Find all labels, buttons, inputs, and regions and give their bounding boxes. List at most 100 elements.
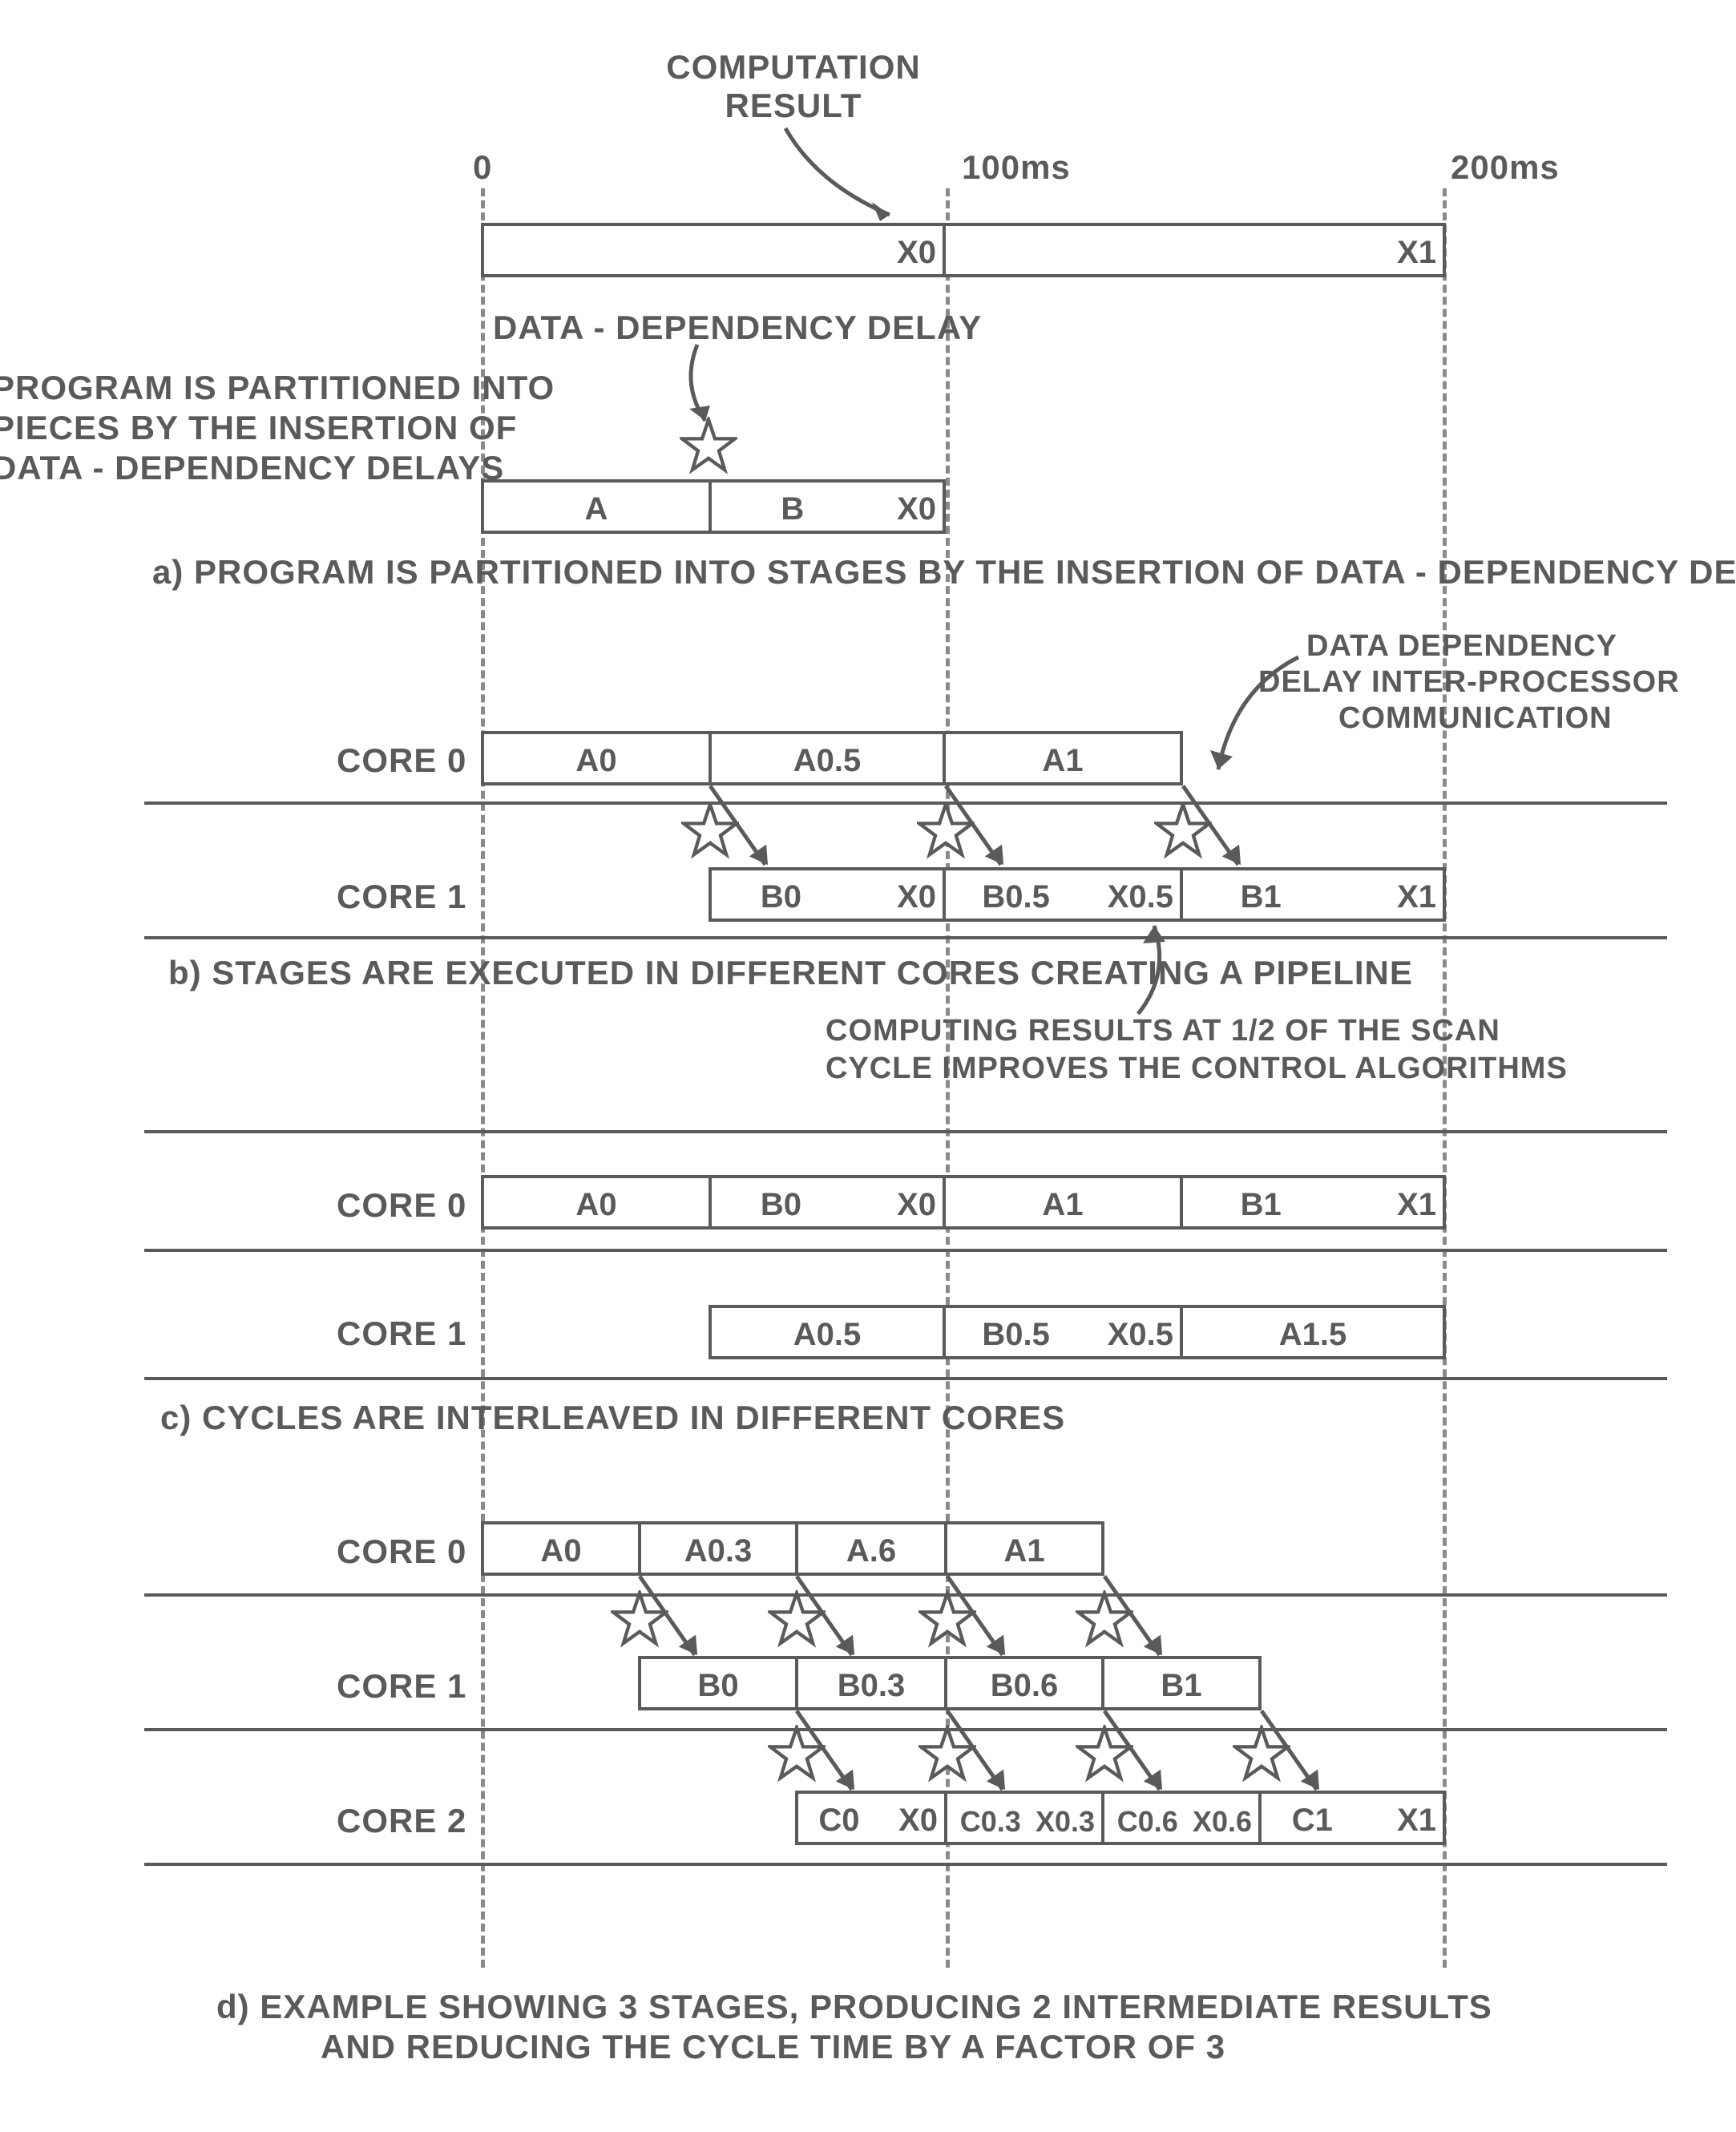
c-core1-s0: A0.5 (709, 1305, 946, 1359)
b-core0-s1-lbl: A0.5 (793, 743, 862, 779)
d-core0-s3-lbl: A1 (1003, 1533, 1044, 1569)
lbl-a-A: A (585, 491, 608, 527)
d-core0-s2: A.6 (795, 1521, 947, 1576)
b-rule-1 (144, 802, 1667, 805)
b-core1-s1-lbl: B0.5 (982, 879, 1050, 915)
lbl-a-Bx: X0 (897, 491, 936, 527)
d-core0-s1: A0.3 (638, 1521, 798, 1576)
d-core1-s2-lbl: B0.6 (991, 1668, 1059, 1704)
b-core0-s0: A0 (481, 731, 712, 785)
c-rule-top (144, 1130, 1667, 1133)
b-star-1 (681, 802, 739, 859)
d-star-a2 (768, 1590, 826, 1648)
c-core0-s1-r: X0 (897, 1187, 936, 1223)
d-core1-s0: B0 (638, 1656, 798, 1710)
d-core0-s0: A0 (481, 1521, 641, 1576)
c-core0-label: CORE 0 (337, 1186, 466, 1225)
d-core2-s2-lbl: C0.6 (1117, 1805, 1178, 1839)
caption-a: a) PROGRAM IS PARTITIONED INTO STAGES BY… (152, 553, 1736, 592)
d-core2-label: CORE 2 (337, 1802, 466, 1840)
d-core1-s3-lbl: B1 (1161, 1668, 1201, 1704)
b-core1-label: CORE 1 (337, 878, 466, 916)
b-core1-s2-lbl: B1 (1241, 879, 1282, 915)
d-core2-s1-lbl: C0.3 (960, 1805, 1021, 1839)
label-ipc-l2: DELAY INTER-PROCESSOR (1258, 665, 1680, 700)
d-core0-s1-lbl: A0.3 (684, 1533, 753, 1569)
b-rule-2 (144, 936, 1667, 939)
d-core0-label: CORE 0 (337, 1532, 466, 1571)
b-core0-s2-lbl: A1 (1042, 743, 1083, 779)
d-core2-s2-r: X0.6 (1193, 1805, 1252, 1839)
d-core0-s0-lbl: A0 (540, 1533, 581, 1569)
d-core1-s1-lbl: B0.3 (838, 1668, 906, 1704)
c-core0-s2-lbl: A1 (1042, 1187, 1083, 1223)
c-core1-s1-r: X0.5 (1108, 1317, 1173, 1353)
d-rule-2 (144, 1728, 1667, 1731)
axis-tick-0: 0 (473, 148, 492, 187)
diagram-page: 0 100ms 200ms COMPUTATION RESULT X0 X1 D… (0, 0, 1736, 2132)
c-core1-s1-lbl: B0.5 (982, 1317, 1050, 1353)
b-core1-s2: B1 X1 (1180, 867, 1446, 922)
d-core2-s3-lbl: C1 (1292, 1803, 1333, 1839)
b-star-3 (1154, 802, 1212, 859)
c-rule-mid (144, 1249, 1667, 1252)
lbl-a-B: B (781, 491, 804, 527)
label-half-scan-l2: CYCLE IMPROVES THE CONTROL ALGORITHMS (826, 1052, 1568, 1086)
b-core0-s0-lbl: A0 (575, 743, 616, 779)
b-core0-s2: A1 (943, 731, 1183, 785)
b-core1-s2-r: X1 (1397, 879, 1436, 915)
d-star-a3 (918, 1590, 976, 1648)
d-core1-s0-lbl: B0 (697, 1668, 738, 1704)
d-star-a1 (611, 1590, 668, 1648)
label-computation-result: COMPUTATION RESULT (649, 48, 938, 125)
cycle1-result: X1 (1397, 235, 1436, 271)
label-half-scan-l1: COMPUTING RESULTS AT 1/2 OF THE SCAN (826, 1014, 1500, 1048)
caption-d-l1: d) EXAMPLE SHOWING 3 STAGES, PRODUCING 2… (216, 1988, 1492, 2026)
b-star-2 (917, 802, 975, 859)
c-core1-s0-lbl: A0.5 (793, 1317, 862, 1353)
d-star-a4 (1076, 1590, 1133, 1648)
d-core1-s2: B0.6 (944, 1656, 1104, 1710)
c-core1-label: CORE 1 (337, 1314, 466, 1353)
d-core2-s0-lbl: C0 (818, 1803, 859, 1839)
c-core1-s2: A1.5 (1180, 1305, 1446, 1359)
star-a-delay (680, 417, 737, 474)
c-core0-s0-lbl: A0 (575, 1187, 616, 1223)
d-core2-s0: C0 X0 (795, 1791, 947, 1845)
d-core1-label: CORE 1 (337, 1667, 466, 1706)
c-core1-s1: B0.5 X0.5 (943, 1305, 1183, 1359)
caption-c: c) CYCLES ARE INTERLEAVED IN DIFFERENT C… (160, 1399, 1065, 1437)
d-core1-s3: B1 (1101, 1656, 1262, 1710)
b-core1-s0-r: X0 (897, 879, 936, 915)
d-rule-1 (144, 1593, 1667, 1597)
label-data-dep-delay: DATA - DEPENDENCY DELAY (493, 309, 982, 347)
axis-tick-200: 200ms (1451, 148, 1560, 187)
d-core2-s3-r: X1 (1397, 1803, 1436, 1839)
label-ipc-l1: DATA DEPENDENCY (1306, 629, 1617, 664)
d-core2-s3: C1 X1 (1258, 1791, 1446, 1845)
b-core1-s1: B0.5X0.5 (943, 867, 1183, 922)
d-rule-3 (144, 1863, 1667, 1866)
d-star-b4 (1233, 1725, 1290, 1783)
b-core0-s1: A0.5 (709, 731, 946, 785)
c-rule-bot (144, 1377, 1667, 1380)
b-core0-label: CORE 0 (337, 741, 466, 780)
d-core2-s1: C0.3 X0.3 (944, 1791, 1104, 1845)
d-core2-s2: C0.6 X0.6 (1101, 1791, 1262, 1845)
c-core0-s1: B0X0 (709, 1175, 946, 1230)
box-cycle0: X0 (481, 223, 946, 277)
c-core0-s2: A1 (943, 1175, 1183, 1230)
b-core1-s0-lbl: B0 (761, 879, 801, 915)
box-a-B: B X0 (709, 479, 946, 534)
caption-d-l2: AND REDUCING THE CYCLE TIME BY A FACTOR … (321, 2028, 1225, 2066)
d-core1-s1: B0.3 (795, 1656, 947, 1710)
leader-ipc (1210, 657, 1314, 785)
cycle0-result: X0 (897, 235, 936, 271)
b-core1-s0: B0 X0 (709, 867, 946, 922)
d-star-b3 (1076, 1725, 1133, 1783)
d-core2-s0-r: X0 (898, 1803, 938, 1839)
label-partition-note-l1: PROGRAM IS PARTITIONED INTO (0, 369, 465, 407)
c-core0-s3: B1X1 (1180, 1175, 1446, 1230)
label-partition-note-l3: DATA - DEPENDENCY DELAYS (0, 449, 465, 487)
d-core2-s1-r: X0.3 (1036, 1805, 1095, 1839)
